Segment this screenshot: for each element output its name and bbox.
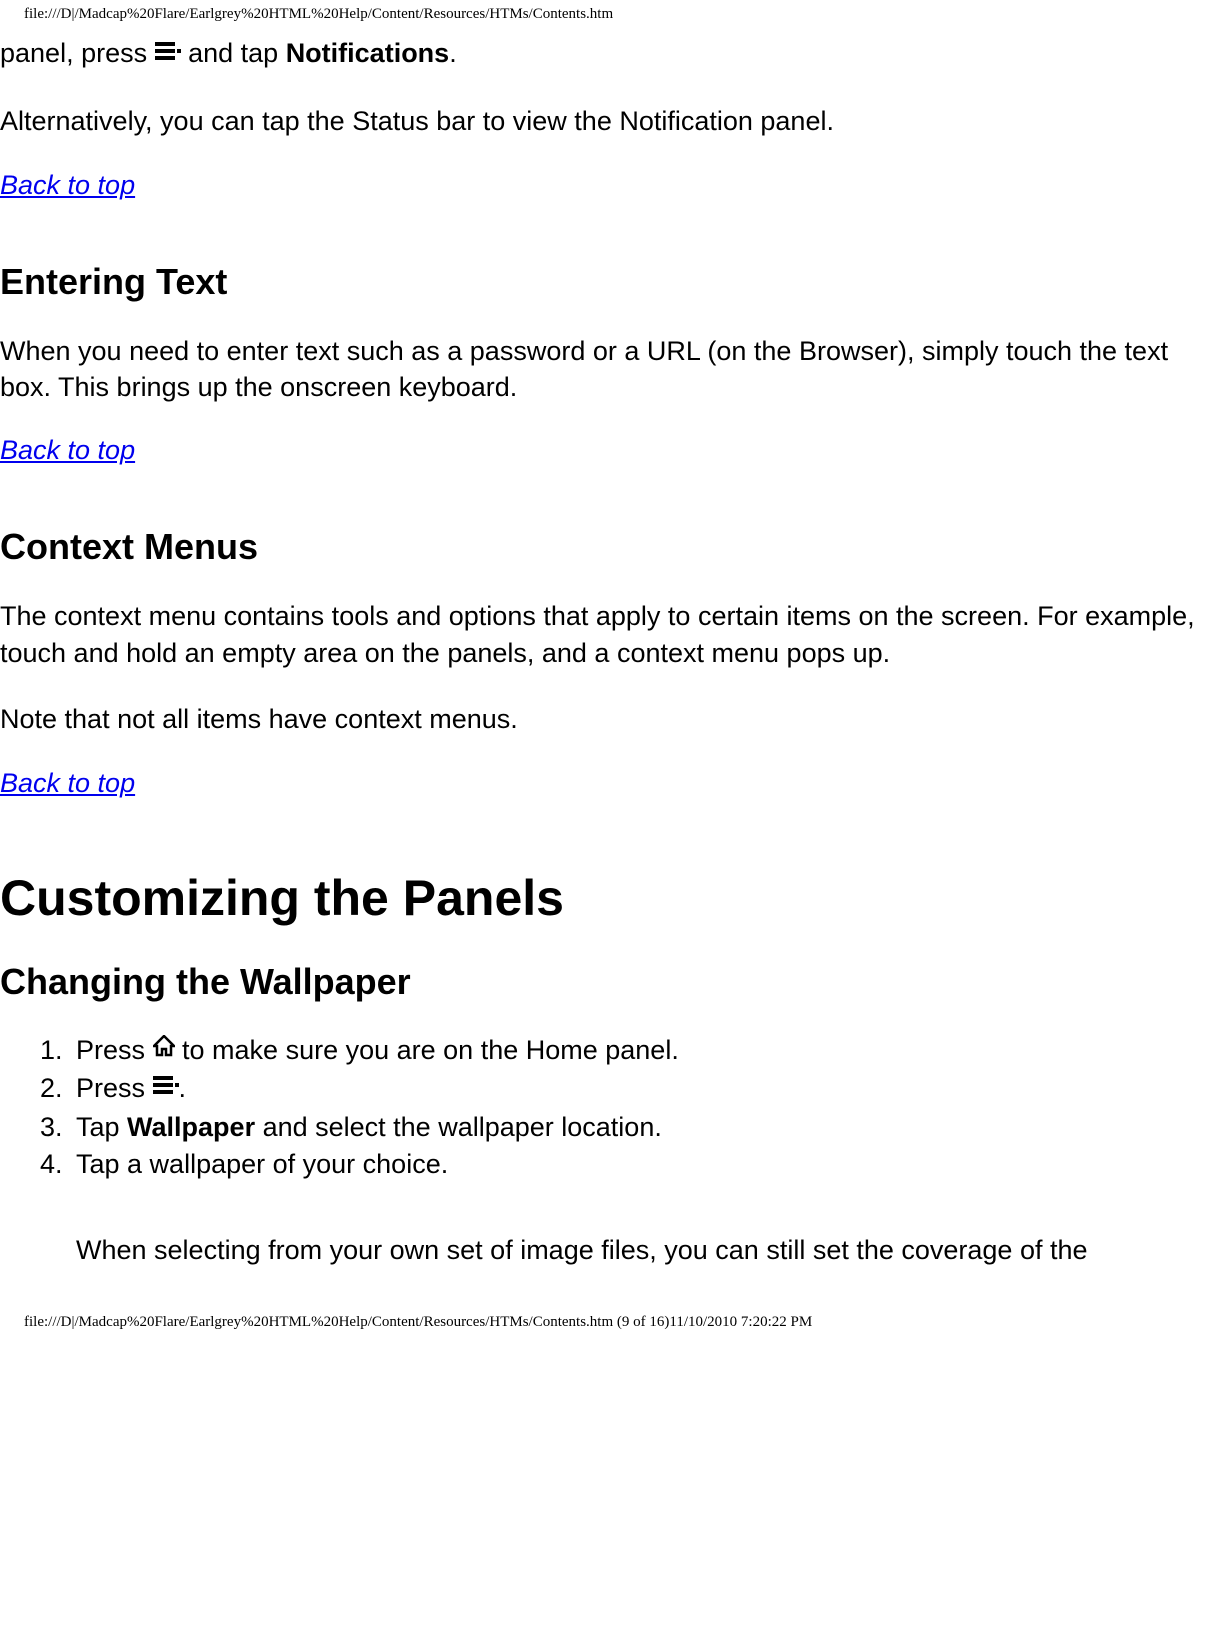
paragraph-notifications: panel, press and tap Notifications.: [0, 35, 1218, 73]
paragraph-context-menus-1: The context menu contains tools and opti…: [0, 598, 1218, 671]
text: .: [179, 1073, 187, 1103]
bold-wallpaper: Wallpaper: [127, 1112, 255, 1142]
back-to-top-link[interactable]: Back to top: [0, 768, 135, 798]
back-to-top-wrap: Back to top: [0, 435, 1218, 466]
wallpaper-note: When selecting from your own set of imag…: [76, 1232, 1218, 1268]
step-4: Tap a wallpaper of your choice.: [70, 1147, 1218, 1182]
wallpaper-steps-list: Press to make sure you are on the Home p…: [0, 1033, 1218, 1182]
back-to-top-link[interactable]: Back to top: [0, 435, 135, 465]
heading-changing-wallpaper: Changing the Wallpaper: [0, 961, 1218, 1003]
header-path: file:///D|/Madcap%20Flare/Earlgrey%20HTM…: [0, 0, 1218, 29]
heading-context-menus: Context Menus: [0, 526, 1218, 568]
document-content: panel, press and tap Notifications. Alte…: [0, 29, 1218, 1268]
back-to-top-wrap: Back to top: [0, 170, 1218, 201]
text: Press: [76, 1035, 153, 1065]
text: to make sure you are on the Home panel.: [175, 1035, 679, 1065]
heading-customizing-panels: Customizing the Panels: [0, 869, 1218, 927]
text: .: [449, 38, 457, 68]
back-to-top-wrap: Back to top: [0, 768, 1218, 799]
text: and select the wallpaper location.: [255, 1112, 662, 1142]
bold-notifications: Notifications: [286, 38, 450, 68]
paragraph-entering-text: When you need to enter text such as a pa…: [0, 333, 1218, 406]
menu-icon: [155, 35, 181, 71]
menu-icon: [153, 1070, 179, 1105]
step-3: Tap Wallpaper and select the wallpaper l…: [70, 1110, 1218, 1145]
text: Press: [76, 1073, 153, 1103]
paragraph-context-menus-2: Note that not all items have context men…: [0, 701, 1218, 737]
step-2: Press .: [70, 1071, 1218, 1107]
back-to-top-link[interactable]: Back to top: [0, 170, 135, 200]
text: and tap: [181, 38, 286, 68]
step-1: Press to make sure you are on the Home p…: [70, 1033, 1218, 1069]
footer-path: file:///D|/Madcap%20Flare/Earlgrey%20HTM…: [0, 1308, 1218, 1337]
paragraph-status-bar: Alternatively, you can tap the Status ba…: [0, 103, 1218, 139]
home-icon: [153, 1031, 175, 1066]
text: panel, press: [0, 38, 155, 68]
heading-entering-text: Entering Text: [0, 261, 1218, 303]
text: Tap: [76, 1112, 127, 1142]
